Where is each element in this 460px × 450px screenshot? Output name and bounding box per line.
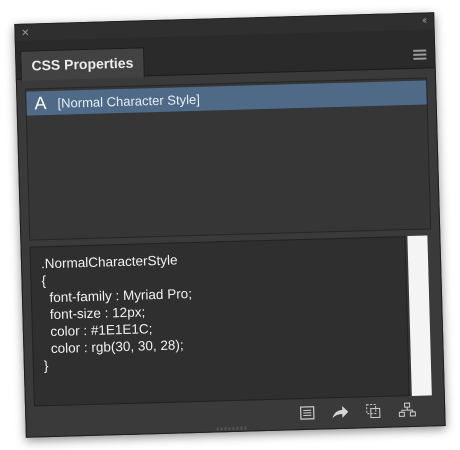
export-hierarchy-icon[interactable]: [398, 402, 416, 420]
styles-list: A [Normal Character Style]: [25, 77, 432, 241]
panel-menu-icon[interactable]: [413, 49, 427, 61]
character-style-icon: A: [34, 93, 47, 114]
list-view-icon[interactable]: [298, 405, 316, 423]
collapse-icon[interactable]: ‹‹: [422, 13, 426, 27]
resize-grip[interactable]: [216, 426, 247, 431]
close-icon[interactable]: ×: [21, 25, 29, 41]
list-item-label: [Normal Character Style]: [57, 91, 201, 111]
share-arrow-icon[interactable]: [331, 404, 349, 422]
list-item-normal-character-style[interactable]: A [Normal Character Style]: [26, 80, 427, 116]
copy-css-icon[interactable]: [364, 403, 382, 421]
tab-css-properties[interactable]: CSS Properties: [20, 47, 145, 81]
css-properties-panel: × ‹‹ CSS Properties A [Normal Character …: [14, 12, 446, 438]
css-code-view[interactable]: .NormalCharacterStyle{ font-family : Myr…: [29, 236, 410, 407]
stage: × ‹‹ CSS Properties A [Normal Character …: [0, 0, 460, 450]
code-scrollbar[interactable]: [407, 235, 432, 396]
